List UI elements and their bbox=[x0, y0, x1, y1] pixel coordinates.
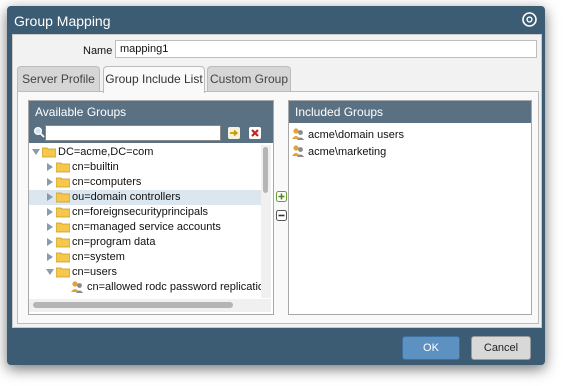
folder-icon bbox=[56, 207, 70, 218]
folder-open-icon bbox=[56, 267, 70, 278]
chevron-right-icon[interactable] bbox=[46, 178, 54, 186]
available-groups-panel: Available Groups DC=acme,DC=com cn=built… bbox=[28, 100, 274, 315]
ok-button[interactable]: OK bbox=[402, 336, 460, 360]
tree-row[interactable]: cn=allowed rodc password replication gr bbox=[29, 280, 261, 295]
tab-server-profile[interactable]: Server Profile bbox=[17, 66, 100, 91]
name-label: Name bbox=[83, 45, 113, 57]
chevron-right-icon[interactable] bbox=[46, 163, 54, 171]
vertical-scrollbar[interactable] bbox=[261, 145, 271, 298]
folder-icon bbox=[56, 252, 70, 263]
list-item-label: acme\domain users bbox=[308, 129, 404, 141]
tree-row[interactable]: cn=computers bbox=[29, 175, 261, 190]
group-icon bbox=[292, 145, 304, 157]
tree-row[interactable]: cn=managed service accounts bbox=[29, 220, 261, 235]
tree-label: cn=users bbox=[72, 266, 117, 278]
chevron-right-icon[interactable] bbox=[46, 253, 54, 261]
tree-label: cn=program data bbox=[72, 236, 156, 248]
horizontal-scrollbar[interactable] bbox=[29, 299, 271, 312]
tree-row[interactable]: DC=acme,DC=com bbox=[29, 145, 261, 160]
dialog-title: Group Mapping bbox=[14, 13, 111, 29]
chevron-right-icon[interactable] bbox=[46, 223, 54, 231]
tree-row[interactable]: cn=foreignsecurityprincipals bbox=[29, 205, 261, 220]
tree-row[interactable]: cn=system bbox=[29, 250, 261, 265]
chevron-down-icon[interactable] bbox=[46, 268, 54, 276]
tree-row[interactable]: cn=program data bbox=[29, 235, 261, 250]
group-include-list-panel: Available Groups DC=acme,DC=com cn=built… bbox=[17, 91, 539, 324]
remove-group-button[interactable] bbox=[276, 210, 287, 221]
group-mapping-dialog: Group Mapping Name Server Profile Group … bbox=[7, 6, 545, 365]
help-icon[interactable] bbox=[522, 12, 537, 27]
folder-icon bbox=[56, 222, 70, 233]
tree-label: cn=managed service accounts bbox=[72, 221, 221, 233]
folder-open-icon bbox=[42, 147, 56, 158]
folder-icon bbox=[56, 162, 70, 173]
title-bar: Group Mapping bbox=[7, 6, 545, 35]
tree-row[interactable]: cn=builtin bbox=[29, 160, 261, 175]
available-groups-header: Available Groups bbox=[29, 101, 273, 123]
dialog-body: Name Server Profile Group Include List C… bbox=[12, 34, 542, 328]
tree-label: ou=domain controllers bbox=[72, 191, 181, 203]
tab-custom-group[interactable]: Custom Group bbox=[207, 66, 291, 91]
cancel-button[interactable]: Cancel bbox=[471, 336, 531, 360]
scroll-thumb[interactable] bbox=[263, 147, 268, 193]
name-input[interactable] bbox=[115, 40, 537, 58]
folder-icon bbox=[56, 237, 70, 248]
included-groups-panel: Included Groups acme\domain users acme\m… bbox=[288, 100, 532, 315]
folder-icon bbox=[56, 192, 70, 203]
tree-label: cn=system bbox=[72, 251, 125, 263]
search-bar bbox=[29, 123, 273, 143]
clear-filter-icon[interactable] bbox=[249, 127, 261, 139]
tree-label: cn=foreignsecurityprincipals bbox=[72, 206, 209, 218]
tab-group-include-list[interactable]: Group Include List bbox=[103, 66, 205, 93]
chevron-right-icon[interactable] bbox=[46, 193, 54, 201]
search-input[interactable] bbox=[45, 125, 221, 141]
tree-row[interactable]: cn=users bbox=[29, 265, 261, 280]
list-item-label: acme\marketing bbox=[308, 146, 387, 158]
chevron-down-icon[interactable] bbox=[32, 148, 40, 156]
add-group-button[interactable] bbox=[276, 191, 287, 202]
included-groups-header: Included Groups bbox=[289, 101, 531, 123]
group-icon bbox=[292, 128, 304, 140]
chevron-right-icon[interactable] bbox=[46, 208, 54, 216]
tree-label: DC=acme,DC=com bbox=[58, 146, 154, 158]
tree-label: cn=allowed rodc password replication gr bbox=[87, 281, 261, 293]
scroll-thumb[interactable] bbox=[33, 302, 233, 308]
chevron-right-icon[interactable] bbox=[46, 238, 54, 246]
tree-row-selected[interactable]: ou=domain controllers bbox=[29, 190, 261, 205]
folder-icon bbox=[56, 177, 70, 188]
tree-label: cn=builtin bbox=[72, 161, 119, 173]
search-icon bbox=[33, 126, 45, 138]
group-icon bbox=[71, 281, 83, 293]
apply-filter-icon[interactable] bbox=[228, 127, 240, 139]
tree-label: cn=computers bbox=[72, 176, 142, 188]
group-tree: DC=acme,DC=com cn=builtin cn=computers o… bbox=[29, 145, 261, 298]
